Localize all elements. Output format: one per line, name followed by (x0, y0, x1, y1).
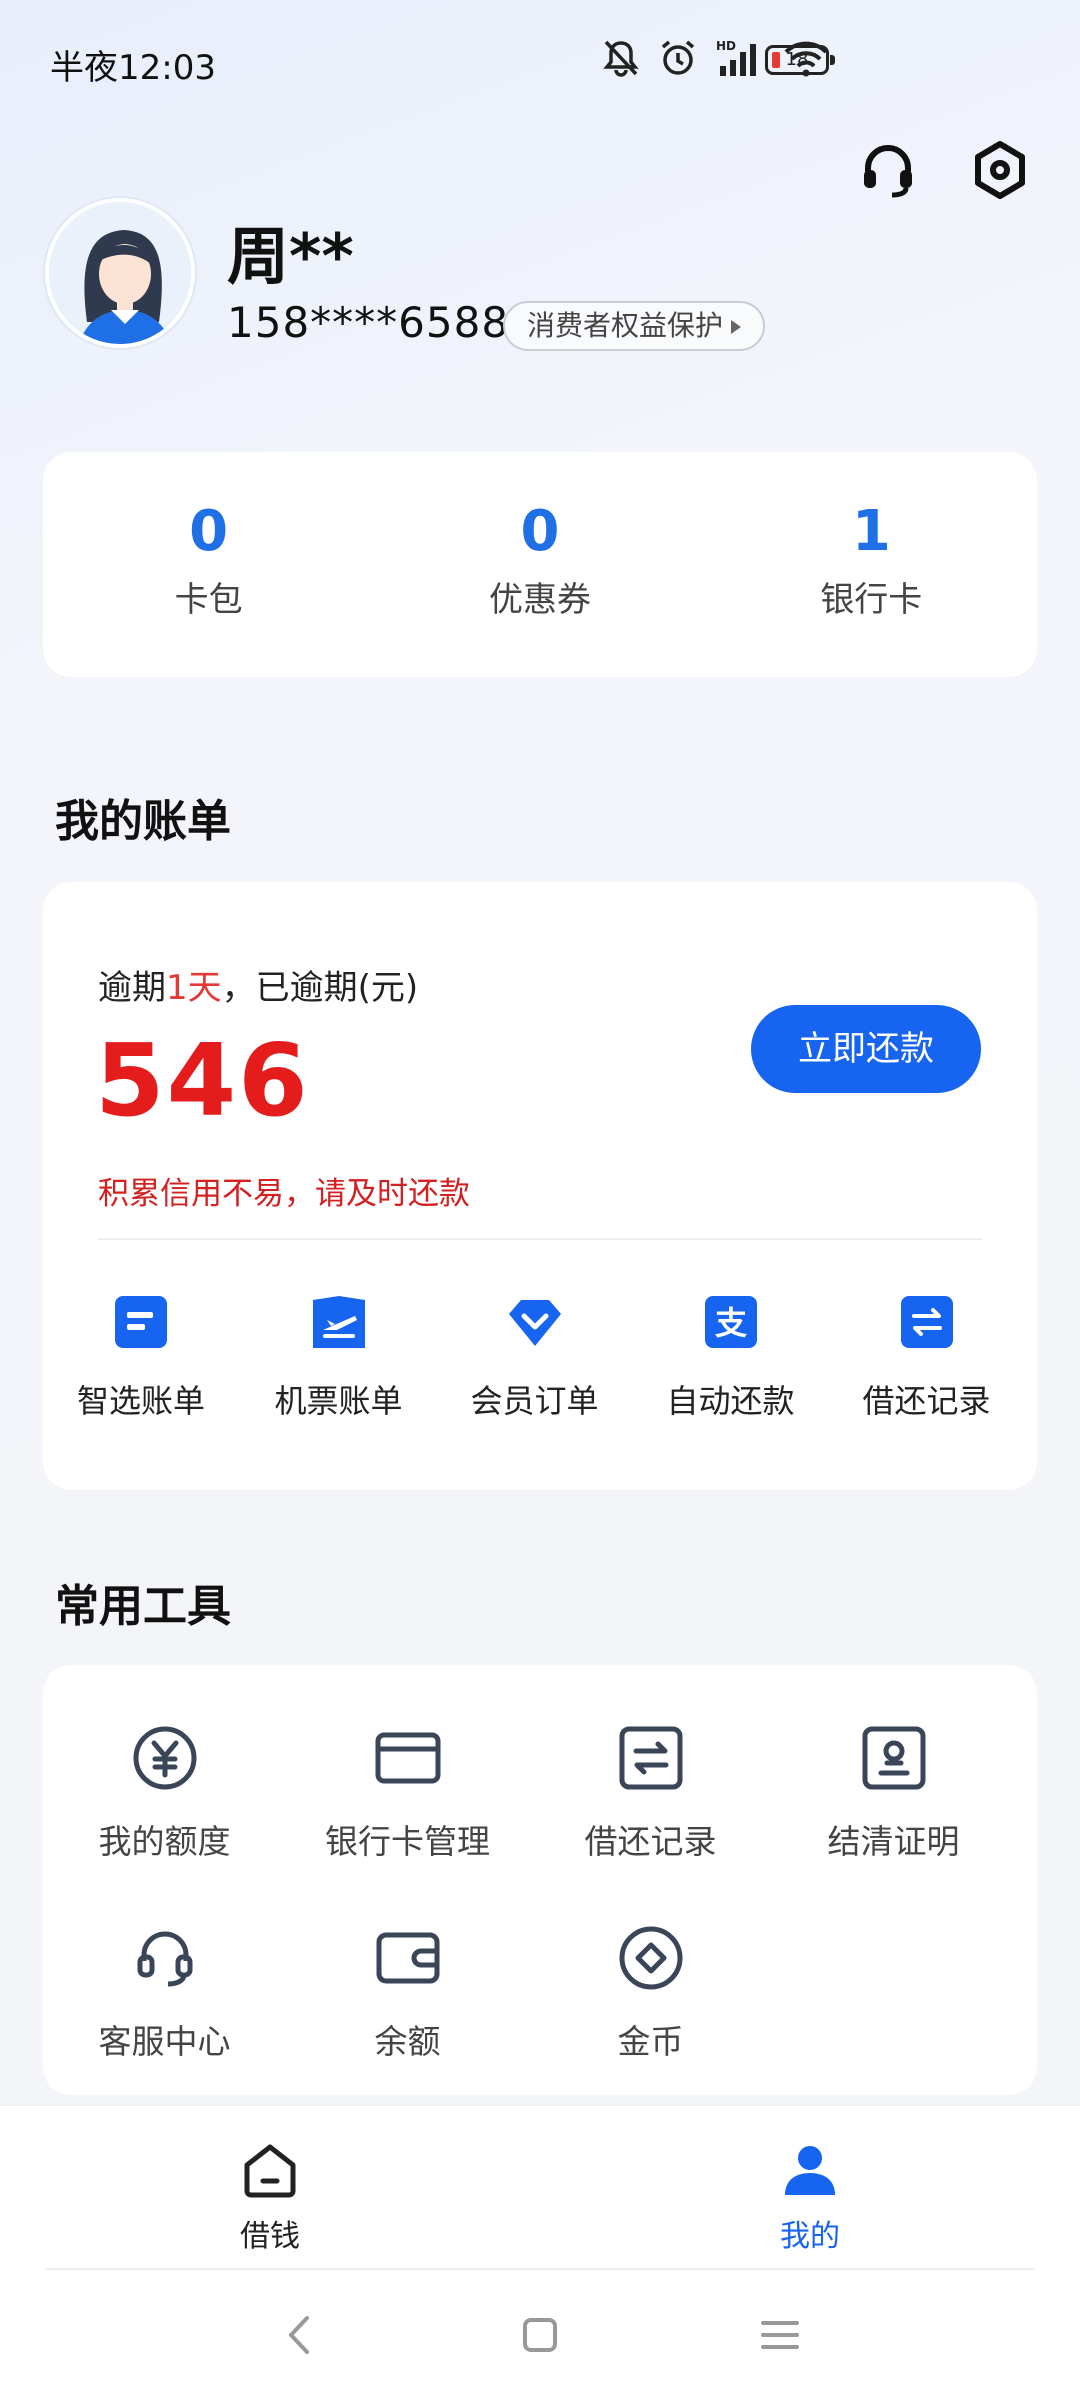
overdue-amount: 546 (95, 1022, 310, 1139)
tool-borrow-records[interactable]: 借还记录 (529, 1725, 772, 1925)
back-icon[interactable] (275, 2310, 325, 2360)
headset-icon[interactable] (858, 140, 918, 200)
status-bar: 半夜12:03 HD 18 (0, 0, 1080, 130)
bill-tool-label: 自动还款 (666, 1382, 795, 1420)
tool-label: 我的额度 (98, 1822, 231, 1861)
stat-card-pack[interactable]: 0 卡包 (43, 452, 374, 677)
stats-card: 0 卡包 0 优惠券 1 银行卡 (43, 452, 1037, 677)
stat-bank-cards[interactable]: 1 银行卡 (706, 452, 1037, 677)
user-name: 周** (227, 220, 354, 293)
diamond-icon (508, 1300, 561, 1346)
settings-icon[interactable] (970, 140, 1030, 200)
stat-value: 1 (851, 499, 891, 564)
tool-label: 结清证明 (827, 1822, 960, 1861)
nav-borrow[interactable]: 借钱 (0, 2106, 540, 2270)
home-icon (244, 2144, 296, 2198)
overdue-prefix: 逾期 (98, 968, 166, 1008)
repay-reminder: 积累信用不易，请及时还款 (98, 1176, 470, 1212)
svg-text:支: 支 (714, 1304, 746, 1342)
tool-bank-card-manage[interactable]: 银行卡管理 (286, 1725, 529, 1925)
stat-label: 银行卡 (820, 580, 923, 620)
bill-card: 逾期1天，已逾期(元) 546 立即还款 积累信用不易，请及时还款 智选账单 机… (43, 882, 1037, 1490)
menu-icon[interactable] (755, 2310, 805, 2360)
user-phone: 158****6588 (227, 298, 510, 347)
exchange-icon (900, 1296, 953, 1348)
status-time: 半夜12:03 (50, 48, 216, 88)
top-actions (858, 140, 1030, 200)
alarm-icon (661, 40, 695, 75)
nav-mine[interactable]: 我的 (540, 2106, 1080, 2270)
tool-label: 银行卡管理 (325, 1822, 490, 1861)
battery-icon: 18 (765, 45, 835, 75)
bill-tool-auto-repay[interactable]: 支 自动还款 (634, 1294, 827, 1422)
svg-text:HD: HD (716, 39, 736, 53)
bill-tool-smart-bill[interactable]: 智选账单 (43, 1294, 239, 1422)
certificate-icon (862, 1726, 925, 1790)
tools-card: 我的额度 银行卡管理 借还记录 结清证明 客服中心 余额 金币 (43, 1665, 1037, 2095)
tool-gold-coins[interactable]: 金币 (529, 1925, 772, 2125)
yuan-icon (133, 1726, 196, 1790)
avatar[interactable] (45, 198, 195, 348)
mute-bell-icon (603, 40, 639, 77)
consumer-rights-label: 消费者权益保护 (527, 309, 724, 342)
bottom-nav: 借钱 我的 (0, 2105, 1080, 2270)
bill-tool-flight-bill[interactable]: 机票账单 (242, 1294, 435, 1422)
nav-label: 我的 (780, 2219, 840, 2254)
consumer-rights-button[interactable]: 消费者权益保护 (503, 301, 766, 351)
card-icon (375, 1732, 440, 1784)
stat-value: 0 (520, 499, 560, 564)
tool-label: 客服中心 (98, 2022, 231, 2061)
divider (98, 1238, 982, 1240)
home-square-icon[interactable] (515, 2310, 565, 2360)
stat-label: 优惠券 (488, 580, 591, 620)
tool-my-quota[interactable]: 我的额度 (43, 1725, 286, 1925)
exchange-icon (619, 1726, 682, 1790)
headset-icon (137, 1931, 192, 1987)
system-nav-bar (0, 2270, 1080, 2400)
stat-value: 0 (189, 499, 229, 564)
stat-coupons[interactable]: 0 优惠券 (374, 452, 705, 677)
alipay-icon: 支 (704, 1296, 757, 1348)
bill-tool-label: 借还记录 (862, 1382, 991, 1420)
bill-section-title: 我的账单 (55, 796, 231, 847)
tools-section-title: 常用工具 (55, 1581, 231, 1632)
tool-label: 借还记录 (584, 1822, 717, 1861)
profile-header: 周** 158****6588 消费者权益保护 (45, 198, 945, 358)
bill-tools: 智选账单 机票账单 会员订单 支 自动还款 借还记录 (43, 1294, 1037, 1422)
overdue-suffix: ，已逾期(元) (221, 968, 419, 1008)
tool-settlement-certificate[interactable]: 结清证明 (772, 1725, 1015, 1925)
person-icon (785, 2146, 835, 2195)
bill-tool-label: 会员订单 (470, 1382, 599, 1420)
overdue-label: 逾期1天，已逾期(元) (98, 960, 418, 1009)
tool-balance[interactable]: 余额 (286, 1925, 529, 2125)
coin-icon (619, 1926, 682, 1990)
avatar-illustration (49, 202, 191, 344)
tool-customer-service[interactable]: 客服中心 (43, 1925, 286, 2125)
repay-now-button[interactable]: 立即还款 (751, 1005, 981, 1093)
bill-tool-borrow-records[interactable]: 借还记录 (830, 1294, 1023, 1422)
wallet-icon (376, 1932, 439, 1984)
tool-grid: 我的额度 银行卡管理 借还记录 结清证明 客服中心 余额 金币 (43, 1725, 1037, 2125)
nav-label: 借钱 (240, 2219, 300, 2254)
triangle-right-icon (731, 320, 742, 334)
doc-icon (115, 1296, 167, 1348)
overdue-days: 1天 (166, 968, 222, 1008)
signal-icon: HD (716, 39, 756, 76)
tool-label: 余额 (374, 2022, 441, 2061)
bill-tool-member-orders[interactable]: 会员订单 (438, 1294, 631, 1422)
tool-label: 金币 (617, 2022, 684, 2061)
plane-icon (312, 1296, 365, 1348)
stat-label: 卡包 (174, 580, 243, 620)
bill-tool-label: 智选账单 (76, 1382, 205, 1420)
bill-tool-label: 机票账单 (274, 1382, 403, 1420)
